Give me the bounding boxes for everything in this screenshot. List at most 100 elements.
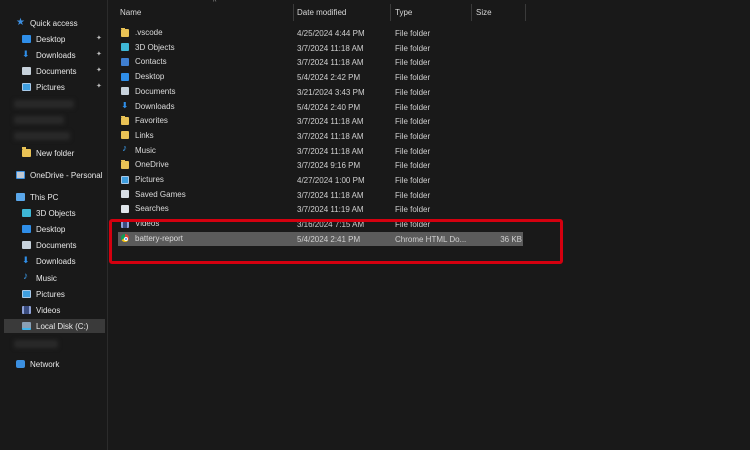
file-type: File folder: [395, 190, 431, 200]
file-date: 3/7/2024 11:18 AM: [297, 146, 364, 156]
file-row[interactable]: Saved Games 3/7/2024 11:18 AM File folder: [118, 188, 523, 202]
this-pc-icon: [16, 193, 25, 201]
file-name-cell: Downloads: [121, 102, 291, 111]
onedrive-icon: [121, 160, 129, 169]
nav-pc-documents[interactable]: Documents: [22, 238, 108, 252]
onedrive-icon: [16, 171, 25, 179]
file-name: Searches: [135, 204, 169, 214]
pictures-icon: [121, 175, 129, 184]
nav-network[interactable]: Network: [16, 357, 108, 371]
downloads-icon: [121, 102, 129, 111]
nav-pc-downloads[interactable]: Downloads: [22, 254, 108, 268]
nav-onedrive[interactable]: OneDrive - Personal: [16, 168, 108, 182]
file-date: 3/7/2024 11:18 AM: [297, 117, 364, 127]
file-row[interactable]: Links 3/7/2024 11:18 AM File folder: [118, 129, 523, 143]
3d-objects-icon: [22, 209, 31, 217]
file-date: 3/7/2024 11:18 AM: [297, 43, 364, 53]
nav-item-label: Documents: [36, 66, 77, 76]
nav-pc-local-disk[interactable]: Local Disk (C:): [4, 319, 105, 333]
pictures-icon: [22, 83, 31, 91]
blurred-item: [14, 132, 70, 140]
blurred-item: [14, 116, 64, 124]
blurred-item: [14, 340, 58, 348]
highlight-annotation-box: [109, 219, 563, 264]
file-name-cell: .vscode: [121, 28, 291, 37]
music-icon: [22, 271, 31, 282]
file-row[interactable]: Downloads 5/4/2024 2:40 PM File folder: [118, 100, 523, 114]
nav-quick-pictures[interactable]: Pictures ✦: [22, 80, 108, 94]
documents-icon: [22, 241, 31, 249]
pin-icon: ✦: [96, 51, 102, 58]
nav-pc-3d-objects[interactable]: 3D Objects: [22, 206, 108, 220]
nav-pc-desktop[interactable]: Desktop: [22, 222, 108, 236]
file-row[interactable]: Favorites 3/7/2024 11:18 AM File folder: [118, 114, 523, 128]
nav-quick-access[interactable]: Quick access: [16, 16, 122, 30]
nav-this-pc[interactable]: This PC: [16, 190, 108, 204]
file-row[interactable]: Documents 3/21/2024 3:43 PM File folder: [118, 85, 523, 99]
pin-icon: ✦: [96, 83, 102, 90]
file-type: File folder: [395, 131, 431, 141]
nav-pc-music[interactable]: Music: [22, 271, 108, 285]
file-name: .vscode: [135, 28, 163, 37]
file-row[interactable]: .vscode 4/25/2024 4:44 PM File folder: [118, 26, 523, 40]
nav-quick-documents[interactable]: Documents ✦: [22, 64, 108, 78]
nav-item-label: Desktop: [36, 34, 66, 44]
file-row[interactable]: OneDrive 3/7/2024 9:16 PM File folder: [118, 158, 523, 172]
column-header-date[interactable]: Date modified: [297, 0, 387, 24]
nav-item-label: Documents: [36, 240, 77, 250]
navigation-pane: Quick access Desktop ✦ Downloads ✦ Docum…: [0, 0, 108, 450]
file-type: File folder: [395, 58, 431, 68]
file-name: Saved Games: [135, 189, 186, 199]
file-row[interactable]: Music 3/7/2024 11:18 AM File folder: [118, 144, 523, 158]
column-header-name[interactable]: Name ^: [120, 0, 292, 24]
column-header-type[interactable]: Type: [395, 0, 471, 24]
column-size-label: Size: [476, 7, 492, 17]
file-type: File folder: [395, 205, 431, 215]
file-name: Links: [135, 130, 154, 140]
file-type: File folder: [395, 29, 431, 38]
file-name: Downloads: [135, 101, 175, 111]
links-icon: [121, 131, 129, 140]
star-icon: [16, 17, 25, 28]
documents-icon: [121, 87, 129, 96]
nav-item-label: 3D Objects: [36, 208, 76, 218]
contacts-icon: [121, 57, 129, 66]
column-divider[interactable]: [390, 4, 391, 21]
nav-pc-videos[interactable]: Videos: [22, 303, 108, 317]
file-name-cell: Music: [121, 146, 291, 155]
music-icon: [121, 146, 129, 155]
desktop-icon: [22, 35, 31, 43]
file-row[interactable]: Contacts 3/7/2024 11:18 AM File folder: [118, 55, 523, 69]
file-name-cell: Contacts: [121, 57, 291, 66]
column-divider[interactable]: [293, 4, 294, 21]
file-type: File folder: [395, 161, 431, 171]
file-date: 3/7/2024 11:18 AM: [297, 58, 364, 68]
nav-item-label: Local Disk (C:): [36, 321, 89, 331]
nav-new-folder[interactable]: New folder: [22, 146, 108, 160]
nav-quick-downloads[interactable]: Downloads ✦: [22, 48, 108, 62]
file-date: 3/7/2024 9:16 PM: [297, 161, 361, 171]
column-header-size[interactable]: Size: [476, 0, 526, 24]
column-divider[interactable]: [471, 4, 472, 21]
file-name: Favorites: [135, 116, 168, 126]
saved-games-icon: [121, 190, 129, 199]
column-divider[interactable]: [525, 4, 526, 21]
nav-item-label: OneDrive - Personal: [30, 170, 103, 180]
nav-item-label: Videos: [36, 305, 61, 315]
file-name-cell: Searches: [121, 204, 291, 213]
file-row[interactable]: Pictures 4/27/2024 1:00 PM File folder: [118, 173, 523, 187]
nav-pc-pictures[interactable]: Pictures: [22, 287, 108, 301]
file-type: File folder: [395, 117, 431, 127]
network-icon: [16, 360, 25, 368]
file-row[interactable]: 3D Objects 3/7/2024 11:18 AM File folder: [118, 41, 523, 55]
nav-item-label: Desktop: [36, 224, 66, 234]
file-row[interactable]: Desktop 5/4/2024 2:42 PM File folder: [118, 70, 523, 84]
desktop-icon: [22, 225, 31, 233]
column-name-label: Name: [120, 7, 142, 17]
file-row[interactable]: Searches 3/7/2024 11:19 AM File folder: [118, 202, 523, 216]
file-date: 3/21/2024 3:43 PM: [297, 87, 365, 97]
file-type: File folder: [395, 146, 431, 156]
file-name: Music: [135, 145, 156, 155]
nav-quick-desktop[interactable]: Desktop ✦: [22, 32, 108, 46]
file-name: Desktop: [135, 72, 165, 82]
